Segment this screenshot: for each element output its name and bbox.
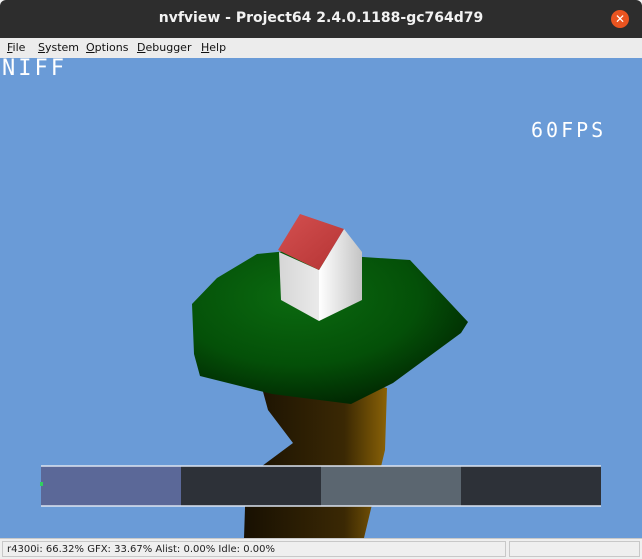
menu-debugger[interactable]: Debugger xyxy=(137,41,191,54)
debug-bar-marker xyxy=(40,482,43,486)
status-bar: r4300i: 66.32% GFX: 33.67% Alist: 0.00% … xyxy=(0,538,642,559)
menu-help[interactable]: Help xyxy=(201,41,226,54)
debug-bar-cpu-segment xyxy=(41,466,181,506)
debug-bar-idle-segment xyxy=(461,466,601,506)
menu-file[interactable]: File xyxy=(7,41,25,54)
debug-overlay-bar xyxy=(40,465,601,507)
window-title: nvfview - Project64 2.4.0.1188-gc764d79 xyxy=(158,10,484,26)
fps-counter: 60FPS xyxy=(531,118,607,142)
close-icon: ✕ xyxy=(614,12,626,26)
debug-bar-gfx-segment xyxy=(181,466,321,506)
menu-options[interactable]: Options xyxy=(86,41,128,54)
game-viewport[interactable]: NIFF 60FPS xyxy=(0,58,642,538)
debug-bar-alist-segment xyxy=(321,466,461,506)
menu-system[interactable]: System xyxy=(38,41,79,54)
status-panel-aux xyxy=(509,541,640,557)
close-button[interactable]: ✕ xyxy=(611,10,629,28)
house xyxy=(278,214,362,321)
emulator-window: nvfview - Project64 2.4.0.1188-gc764d79 … xyxy=(0,0,642,559)
status-text: r4300i: 66.32% GFX: 33.67% Alist: 0.00% … xyxy=(7,544,275,555)
status-panel-main: r4300i: 66.32% GFX: 33.67% Alist: 0.00% … xyxy=(2,541,506,557)
island-trunk xyxy=(244,380,387,538)
hud-title: NIFF xyxy=(2,58,67,81)
title-bar[interactable]: nvfview - Project64 2.4.0.1188-gc764d79 … xyxy=(0,0,642,38)
menu-bar: File System Options Debugger Help xyxy=(0,38,642,59)
